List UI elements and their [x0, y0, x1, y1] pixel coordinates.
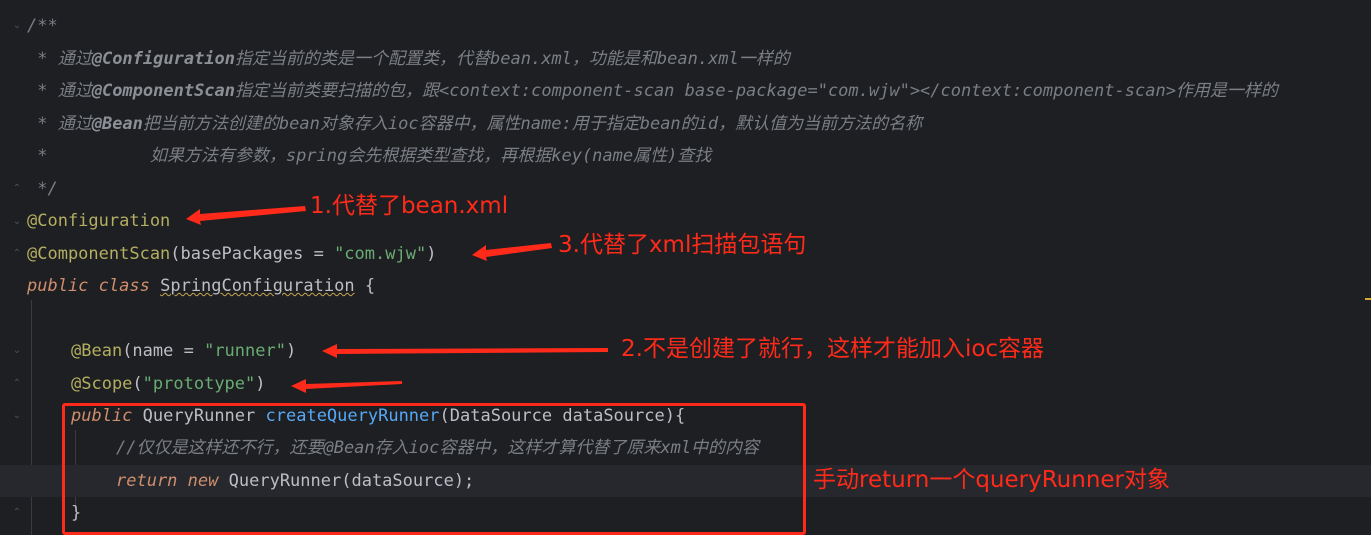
code-editor[interactable]: ⌄ ⌃ ⌄ ⌃ ⌄ ⌃ ⌄ ⌃ /** * 通过@Configuration指定…: [0, 0, 1371, 535]
annotation-note-4: 手动return一个queryRunner对象: [813, 467, 1171, 493]
arrow-component-scan: [472, 243, 552, 261]
warning-stripe-marker[interactable]: [1365, 298, 1371, 300]
arrow-bean: [322, 344, 608, 358]
annotation-note-1: 1.代替了bean.xml: [310, 193, 509, 219]
annotation-note-3: 3.代替了xml扫描包语句: [558, 232, 807, 258]
arrow-configuration: [186, 206, 306, 225]
arrow-scope: [291, 379, 402, 393]
annotation-arrows: [186, 206, 608, 393]
annotation-note-2: 2.不是创建了就行，这样才能加入ioc容器: [621, 336, 1045, 362]
